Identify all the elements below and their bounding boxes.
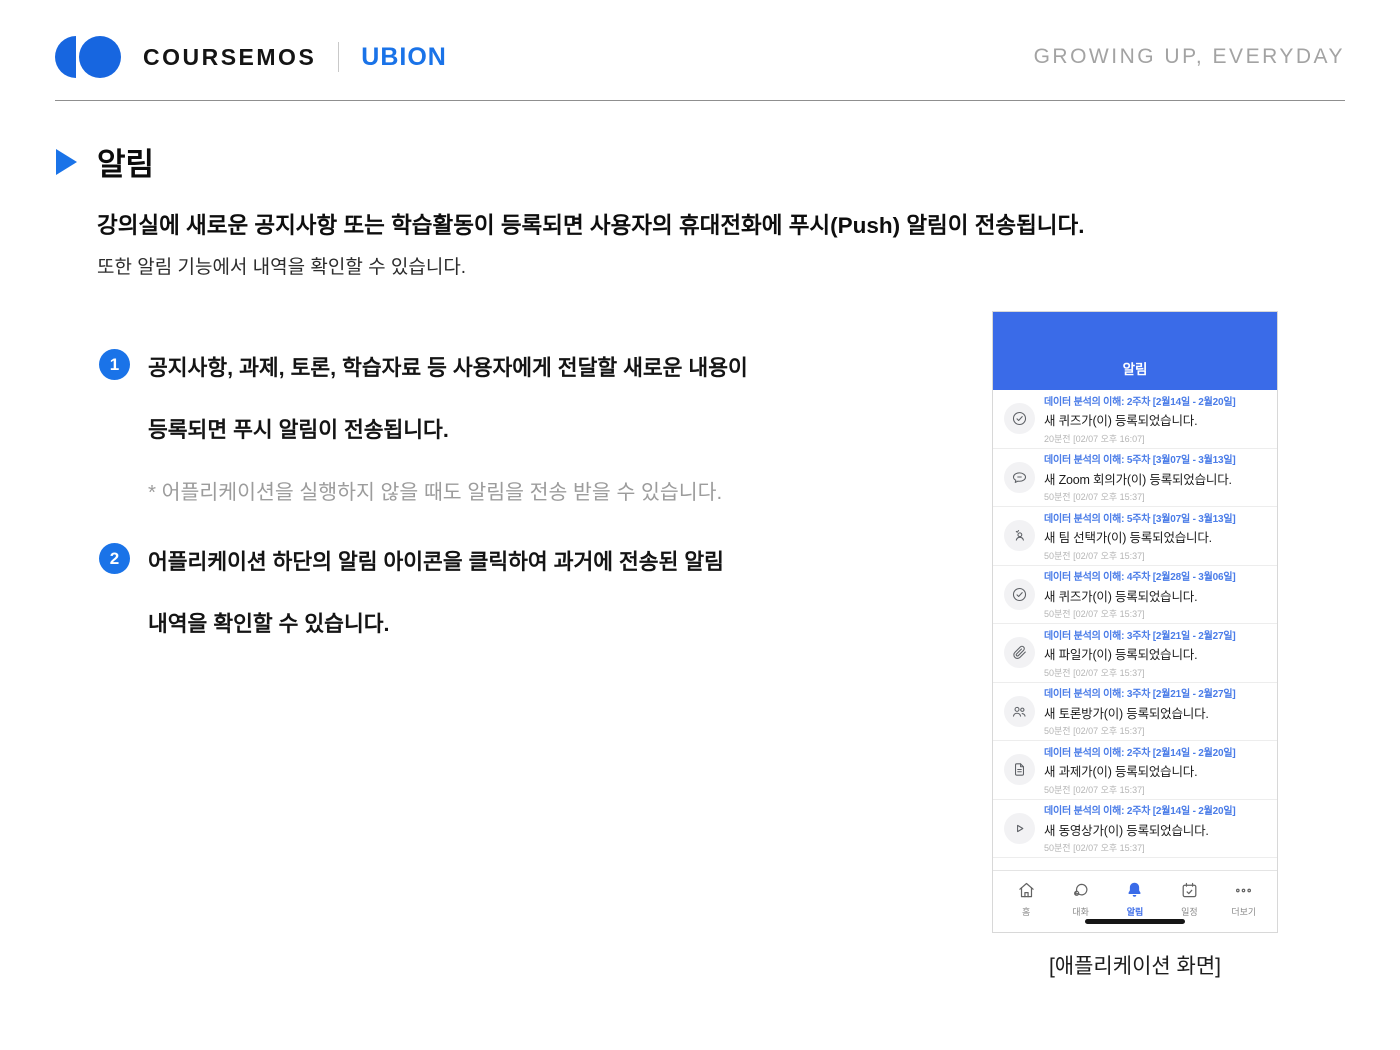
intro-bold-text: 강의실에 새로운 공지사항 또는 학습활동이 등록되면 사용자의 휴대전화에 푸… bbox=[97, 208, 1400, 240]
nav-label: 대화 bbox=[1072, 905, 1089, 918]
brand-lockup: COURSEMOS UBION bbox=[55, 36, 447, 78]
notification-list: 데이터 분석의 이해: 2주차 [2월14일 - 2월20일] 새 퀴즈가(이)… bbox=[993, 390, 1277, 858]
notification-message: 새 과제가(이) 등록되었습니다. bbox=[1044, 761, 1236, 780]
video-meeting-icon bbox=[1004, 462, 1035, 493]
coursemos-logo-icon bbox=[55, 36, 121, 78]
step-text: 어플리케이션 하단의 알림 아이콘을 클릭하여 과거에 전송된 알림 내역을 확… bbox=[148, 545, 724, 669]
notification-course: 데이터 분석의 이해: 5주차 [3월07일 - 3월13일] bbox=[1044, 510, 1236, 525]
notification-course: 데이터 분석의 이해: 2주차 [2월14일 - 2월20일] bbox=[1044, 802, 1236, 817]
file-clip-icon bbox=[1004, 637, 1035, 668]
brand-name: COURSEMOS bbox=[143, 44, 316, 71]
nav-item-chat[interactable]: 대화 bbox=[1056, 880, 1106, 932]
app-screenshot: 알림 데이터 분석의 이해: 2주차 [2월14일 - 2월20일] 새 퀴즈가… bbox=[992, 311, 1278, 933]
section-title-row: 알림 bbox=[56, 139, 1400, 184]
calendar-icon bbox=[1179, 880, 1200, 901]
notification-message: 새 토론방가(이) 등록되었습니다. bbox=[1044, 703, 1236, 722]
nav-label: 홈 bbox=[1022, 905, 1030, 918]
app-header-title: 알림 bbox=[1123, 358, 1148, 378]
home-icon bbox=[1016, 880, 1037, 901]
step-note: * 어플리케이션을 실행하지 않을 때도 알림을 전송 받을 수 있습니다. bbox=[148, 475, 748, 505]
step-line: 등록되면 푸시 알림이 전송됩니다. bbox=[148, 413, 748, 444]
nav-label: 알림 bbox=[1127, 905, 1144, 918]
notification-course: 데이터 분석의 이해: 3주차 [2월21일 - 2월27일] bbox=[1044, 685, 1236, 700]
notification-item[interactable]: 데이터 분석의 이해: 2주차 [2월14일 - 2월20일] 새 동영상가(이… bbox=[993, 800, 1277, 859]
notification-message: 새 Zoom 회의가(이) 등록되었습니다. bbox=[1044, 469, 1236, 488]
video-play-icon bbox=[1004, 813, 1035, 844]
nav-label: 일정 bbox=[1181, 905, 1198, 918]
screenshot-caption: [애플리케이션 화면] bbox=[992, 950, 1278, 980]
notification-item[interactable]: 데이터 분석의 이해: 3주차 [2월21일 - 2월27일] 새 토론방가(이… bbox=[993, 683, 1277, 742]
step-line: 어플리케이션 하단의 알림 아이콘을 클릭하여 과거에 전송된 알림 bbox=[148, 545, 724, 576]
notification-item[interactable]: 데이터 분석의 이해: 4주차 [2월28일 - 3월06일] 새 퀴즈가(이)… bbox=[993, 566, 1277, 625]
step-line: 내역을 확인할 수 있습니다. bbox=[148, 607, 724, 638]
notification-time: 50분전 [02/07 오후 15:37] bbox=[1044, 724, 1236, 737]
notification-item[interactable]: 데이터 분석의 이해: 2주차 [2월14일 - 2월20일] 새 퀴즈가(이)… bbox=[993, 390, 1277, 449]
bell-icon bbox=[1124, 880, 1145, 901]
logo-half-circle bbox=[55, 36, 76, 78]
app-header-bar: 알림 bbox=[993, 312, 1277, 390]
nav-label: 더보기 bbox=[1231, 905, 1256, 918]
section-arrow-icon bbox=[56, 149, 77, 175]
notification-item[interactable]: 데이터 분석의 이해: 3주차 [2월21일 - 2월27일] 새 파일가(이)… bbox=[993, 624, 1277, 683]
nav-item-alerts[interactable]: 알림 bbox=[1110, 880, 1160, 932]
notification-message: 새 퀴즈가(이) 등록되었습니다. bbox=[1044, 410, 1236, 429]
notification-time: 50분전 [02/07 오후 15:37] bbox=[1044, 490, 1236, 503]
notification-message: 새 퀴즈가(이) 등록되었습니다. bbox=[1044, 586, 1236, 605]
notification-time: 20분전 [02/07 오후 16:07] bbox=[1044, 432, 1236, 445]
notification-course: 데이터 분석의 이해: 5주차 [3월07일 - 3월13일] bbox=[1044, 451, 1236, 466]
notification-course: 데이터 분석의 이해: 3주차 [2월21일 - 2월27일] bbox=[1044, 627, 1236, 642]
notification-course: 데이터 분석의 이해: 2주차 [2월14일 - 2월20일] bbox=[1044, 393, 1236, 408]
logo-circle bbox=[79, 36, 121, 78]
intro-sub-text: 또한 알림 기능에서 내역을 확인할 수 있습니다. bbox=[97, 252, 1400, 279]
page-title: 알림 bbox=[97, 139, 154, 184]
notification-time: 50분전 [02/07 오후 15:37] bbox=[1044, 607, 1236, 620]
notification-course: 데이터 분석의 이해: 4주차 [2월28일 - 3월06일] bbox=[1044, 568, 1236, 583]
nav-item-home[interactable]: 홈 bbox=[1001, 880, 1051, 932]
nav-item-more[interactable]: 더보기 bbox=[1219, 880, 1269, 932]
notification-time: 50분전 [02/07 오후 15:37] bbox=[1044, 549, 1236, 562]
nav-spacer bbox=[993, 858, 1277, 870]
notification-message: 새 동영상가(이) 등록되었습니다. bbox=[1044, 820, 1236, 839]
quiz-check-icon bbox=[1004, 403, 1035, 434]
nav-item-schedule[interactable]: 일정 bbox=[1164, 880, 1214, 932]
notification-course: 데이터 분석의 이해: 2주차 [2월14일 - 2월20일] bbox=[1044, 744, 1236, 759]
home-indicator bbox=[1085, 919, 1185, 924]
header-divider bbox=[55, 100, 1345, 101]
notification-item[interactable]: 데이터 분석의 이해: 5주차 [3월07일 - 3월13일] 새 팀 선택가(… bbox=[993, 507, 1277, 566]
step-text: 공지사항, 과제, 토론, 학습자료 등 사용자에게 전달할 새로운 내용이 등… bbox=[148, 351, 748, 545]
step-number-badge: 2 bbox=[99, 543, 130, 574]
notification-item[interactable]: 데이터 분석의 이해: 5주차 [3월07일 - 3월13일] 새 Zoom 회… bbox=[993, 449, 1277, 508]
discussion-users-icon bbox=[1004, 696, 1035, 727]
notification-time: 50분전 [02/07 오후 15:37] bbox=[1044, 841, 1236, 854]
step-number-badge: 1 bbox=[99, 349, 130, 380]
notification-message: 새 팀 선택가(이) 등록되었습니다. bbox=[1044, 527, 1236, 546]
sub-brand-name: UBION bbox=[361, 43, 447, 72]
notification-time: 50분전 [02/07 오후 15:37] bbox=[1044, 783, 1236, 796]
brand-tagline: GROWING UP, EVERYDAY bbox=[1034, 45, 1345, 69]
more-icon bbox=[1233, 880, 1254, 901]
step-line: 공지사항, 과제, 토론, 학습자료 등 사용자에게 전달할 새로운 내용이 bbox=[148, 351, 748, 382]
chat-icon bbox=[1070, 880, 1091, 901]
quiz-check-icon bbox=[1004, 579, 1035, 610]
brand-divider bbox=[338, 42, 339, 72]
notification-time: 50분전 [02/07 오후 15:37] bbox=[1044, 666, 1236, 679]
assignment-doc-icon bbox=[1004, 754, 1035, 785]
team-select-icon bbox=[1004, 520, 1035, 551]
notification-message: 새 파일가(이) 등록되었습니다. bbox=[1044, 644, 1236, 663]
page-header: COURSEMOS UBION GROWING UP, EVERYDAY bbox=[0, 0, 1400, 100]
notification-item[interactable]: 데이터 분석의 이해: 2주차 [2월14일 - 2월20일] 새 과제가(이)… bbox=[993, 741, 1277, 800]
